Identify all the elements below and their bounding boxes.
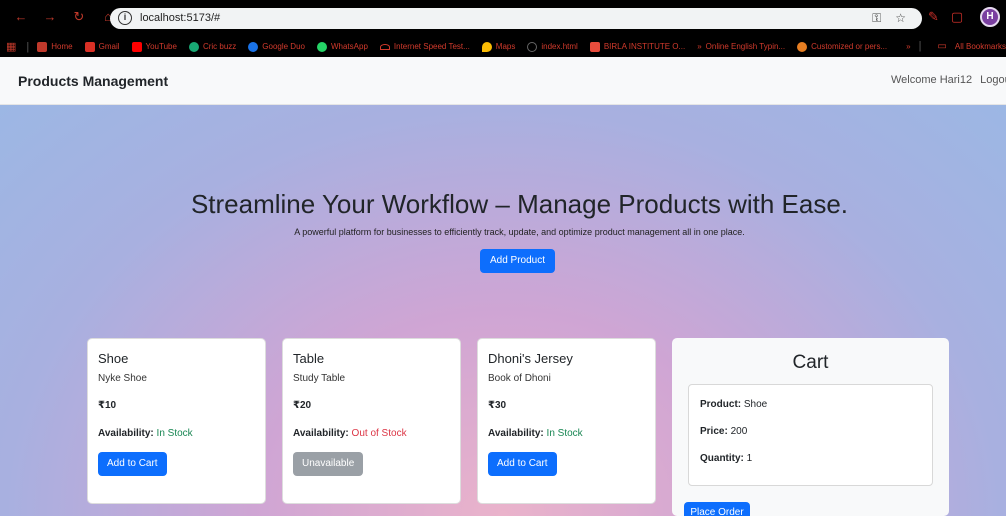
speed-test-icon (379, 43, 390, 50)
birla-icon (589, 41, 600, 52)
typing-icon: » (697, 42, 702, 51)
product-description: Nyke Shoe (98, 373, 147, 384)
url-text[interactable]: localhost:5173/# (140, 12, 220, 24)
gmail-icon (84, 41, 95, 52)
cart-price-label: Price: (700, 426, 728, 437)
star-icon[interactable]: ☆ (895, 11, 906, 26)
app-navbar: Products Management Welcome Hari12 Logout (0, 57, 1006, 105)
availability-label: Availability: (98, 428, 154, 439)
availability-status: In Stock (156, 428, 193, 439)
cart-product-label: Product: (700, 399, 742, 410)
customized-icon (797, 41, 808, 52)
product-name: Shoe (98, 351, 129, 366)
cart-price-value: 200 (730, 426, 748, 437)
unavailable-button[interactable]: Unavailable (293, 452, 364, 476)
logout-link[interactable]: Logout (980, 74, 1006, 86)
extension-icon[interactable]: ✎ (928, 9, 939, 25)
add-to-cart-button[interactable]: Add to Cart (488, 452, 557, 476)
cart-title: Cart (792, 352, 829, 373)
product-name: Dhoni's Jersey (488, 351, 573, 366)
browser-toolbar: ← → ↻ ⌂ i localhost:5173/# ⚿ ☆ ✎ ▢ H (0, 0, 1006, 36)
bookmark-item[interactable]: Gmail (84, 41, 120, 52)
whatsapp-icon (316, 41, 327, 52)
cart-item: Product: Shoe Price: 200 Quantity: 1 (688, 384, 933, 486)
cart-quantity-value: 1 (746, 453, 753, 464)
product-description: Book of Dhoni (488, 373, 551, 384)
bookmark-item[interactable]: index.html (527, 41, 578, 52)
product-price: ₹30 (488, 400, 507, 411)
all-bookmarks[interactable]: All Bookmarks (955, 42, 1006, 51)
bookmark-item[interactable]: BIRLA INSTITUTE O... (589, 41, 685, 52)
bookmark-item[interactable]: Cric buzz (188, 41, 236, 52)
product-card: Table Study Table ₹20 Availability: Out … (282, 338, 461, 504)
bookmark-item[interactable]: » Online English Typin... (697, 42, 785, 51)
address-bar[interactable]: i localhost:5173/# ⚿ ☆ (110, 8, 922, 29)
brand-title[interactable]: Products Management (18, 73, 168, 89)
place-order-button[interactable]: Place Order (684, 502, 750, 516)
cart-quantity: Quantity: 1 (700, 453, 752, 464)
cart-price: Price: 200 (700, 426, 747, 437)
product-name: Table (293, 351, 325, 366)
hero-subtitle: A powerful platform for businesses to ef… (294, 227, 745, 237)
product-price: ₹20 (293, 400, 312, 411)
add-to-cart-button[interactable]: Add to Cart (98, 452, 167, 476)
product-card: Dhoni's Jersey Book of Dhoni ₹30 Availab… (477, 338, 656, 504)
puzzle-icon[interactable]: ▢ (951, 9, 963, 25)
apps-grid-icon[interactable]: ▦ (6, 40, 16, 53)
folder-icon: ▭ (937, 40, 947, 52)
bookmark-item[interactable]: WhatsApp (316, 41, 368, 52)
browser-nav: ← → ↻ ⌂ (14, 10, 115, 24)
welcome-text: Welcome Hari12 (891, 74, 973, 86)
maps-icon (481, 41, 492, 52)
add-product-button[interactable]: Add Product (480, 249, 555, 273)
bookmark-item[interactable]: YouTube (131, 41, 177, 52)
forward-icon[interactable]: → (43, 10, 57, 24)
hero-section: Streamline Your Workflow – Manage Produc… (0, 105, 1006, 516)
cart-panel: Cart Product: Shoe Price: 200 Quantity: … (672, 338, 949, 516)
globe-icon (527, 41, 538, 52)
availability: Availability: Out of Stock (293, 428, 407, 439)
availability-status: In Stock (546, 428, 583, 439)
divider: | (26, 40, 30, 53)
profile-avatar[interactable]: H (980, 7, 1000, 27)
hero-title: Streamline Your Workflow – Manage Produc… (190, 189, 849, 219)
product-description: Study Table (293, 373, 346, 384)
divider: | (918, 40, 922, 52)
bookmarks-bar: ▦ | Home Gmail YouTube Cric buzz Google … (0, 36, 1006, 57)
bookmark-item[interactable]: Google Duo (248, 41, 305, 52)
more-bookmarks-icon[interactable]: » (906, 42, 910, 51)
bookmark-item[interactable]: Home (37, 41, 73, 52)
cricbuzz-icon (188, 41, 199, 52)
cart-product-value: Shoe (743, 399, 768, 410)
back-icon[interactable]: ← (14, 10, 28, 24)
youtube-icon (131, 41, 142, 52)
product-price: ₹10 (98, 400, 117, 411)
product-card: Shoe Nyke Shoe ₹10 Availability: In Stoc… (87, 338, 266, 504)
cart-product: Product: Shoe (700, 399, 767, 410)
availability: Availability: In Stock (488, 428, 583, 439)
bookmark-item[interactable]: Internet Speed Test... (379, 42, 470, 51)
cart-quantity-label: Quantity: (700, 453, 744, 464)
key-icon[interactable]: ⚿ (872, 11, 881, 26)
availability-label: Availability: (488, 428, 544, 439)
bookmark-item[interactable]: Maps (481, 41, 515, 52)
availability: Availability: In Stock (98, 428, 193, 439)
bookmark-item[interactable]: Customized or pers... (797, 41, 887, 52)
reload-icon[interactable]: ↻ (72, 10, 86, 24)
home-bookmark-icon (37, 41, 48, 52)
site-info-icon[interactable]: i (118, 11, 132, 25)
availability-status: Out of Stock (351, 428, 407, 439)
availability-label: Availability: (293, 428, 349, 439)
duo-icon (248, 41, 259, 52)
